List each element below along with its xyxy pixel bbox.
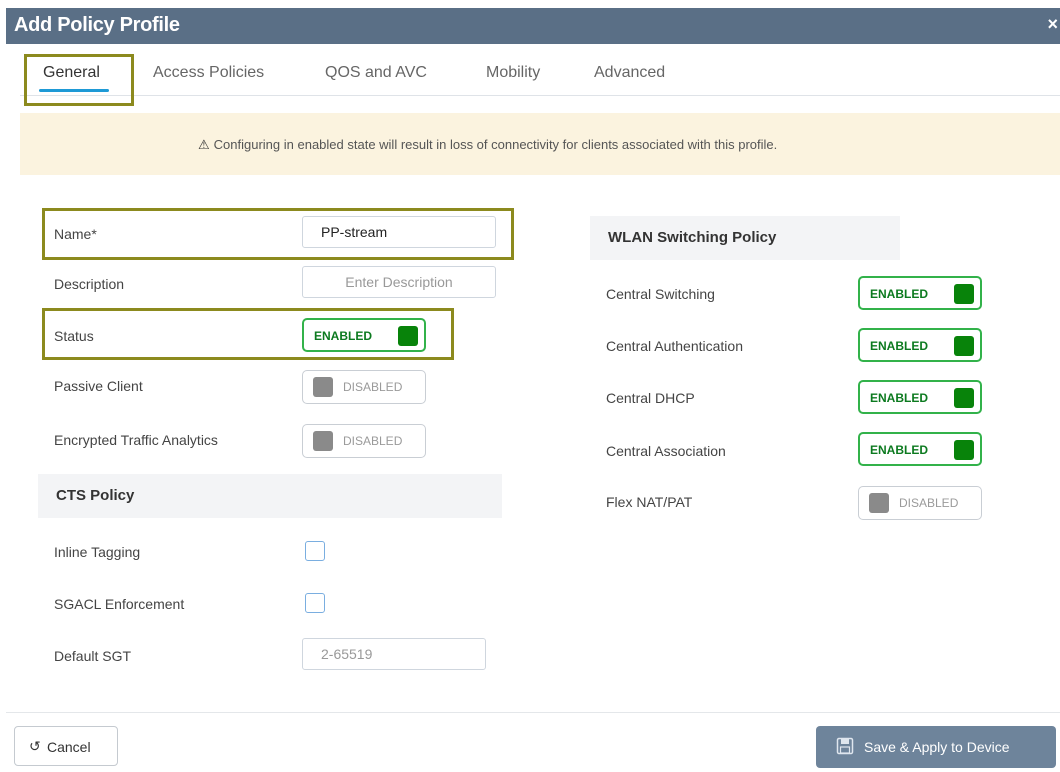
inline-tagging-checkbox[interactable] bbox=[305, 541, 325, 561]
save-icon bbox=[836, 737, 854, 758]
sgacl-enforcement-checkbox[interactable] bbox=[305, 593, 325, 613]
description-label: Description bbox=[54, 276, 125, 292]
central-authentication-toggle[interactable]: ENABLED bbox=[858, 328, 982, 362]
highlight-name-row bbox=[42, 208, 514, 260]
central-switching-toggle-text: ENABLED bbox=[870, 287, 929, 301]
eta-toggle-text: DISABLED bbox=[343, 434, 403, 448]
close-icon[interactable]: × bbox=[1047, 14, 1058, 35]
flex-nat-pat-toggle-knob bbox=[869, 493, 889, 513]
cancel-button-label: Cancel bbox=[47, 739, 91, 755]
flex-nat-pat-toggle[interactable]: DISABLED bbox=[858, 486, 982, 520]
passive-client-toggle-knob bbox=[313, 377, 333, 397]
central-switching-toggle[interactable]: ENABLED bbox=[858, 276, 982, 310]
default-sgt-input[interactable] bbox=[302, 638, 486, 670]
wlan-switching-policy-title: WLAN Switching Policy bbox=[608, 229, 777, 246]
tab-mobility[interactable]: Mobility bbox=[486, 64, 540, 82]
eta-toggle[interactable]: DISABLED bbox=[302, 424, 426, 458]
eta-toggle-knob bbox=[313, 431, 333, 451]
tab-access-policies[interactable]: Access Policies bbox=[153, 64, 264, 82]
passive-client-toggle[interactable]: DISABLED bbox=[302, 370, 426, 404]
eta-label: Encrypted Traffic Analytics bbox=[54, 432, 218, 448]
save-button-label: Save & Apply to Device bbox=[864, 739, 1010, 755]
cancel-button[interactable]: ↺ Cancel bbox=[14, 726, 118, 766]
dialog-title: Add Policy Profile bbox=[14, 14, 180, 36]
central-authentication-label: Central Authentication bbox=[606, 338, 743, 354]
wlan-switching-policy-header: WLAN Switching Policy bbox=[590, 216, 900, 260]
central-dhcp-label: Central DHCP bbox=[606, 390, 695, 406]
undo-icon: ↺ bbox=[29, 738, 41, 754]
inline-tagging-label: Inline Tagging bbox=[54, 544, 141, 560]
tab-advanced[interactable]: Advanced bbox=[594, 64, 665, 82]
warning-icon: ⚠ bbox=[198, 137, 210, 152]
footer-divider bbox=[6, 712, 1060, 713]
central-dhcp-toggle[interactable]: ENABLED bbox=[858, 380, 982, 414]
passive-client-label: Passive Client bbox=[54, 378, 143, 394]
tab-bar: General Access Policies QOS and AVC Mobi… bbox=[20, 52, 1060, 96]
central-association-label: Central Association bbox=[606, 443, 726, 459]
cts-policy-title: CTS Policy bbox=[56, 487, 135, 504]
central-dhcp-toggle-knob bbox=[954, 388, 974, 408]
warning-banner: ⚠ Configuring in enabled state will resul… bbox=[20, 113, 1060, 175]
highlight-general-tab bbox=[24, 54, 134, 106]
highlight-status-row bbox=[42, 308, 454, 360]
flex-nat-pat-label: Flex NAT/PAT bbox=[606, 494, 693, 510]
tab-qos-and-avc[interactable]: QOS and AVC bbox=[325, 64, 427, 82]
flex-nat-pat-toggle-text: DISABLED bbox=[899, 496, 959, 510]
banner-message: Configuring in enabled state will result… bbox=[213, 137, 778, 152]
central-switching-toggle-knob bbox=[954, 284, 974, 304]
passive-client-toggle-text: DISABLED bbox=[343, 380, 403, 394]
cts-policy-header: CTS Policy bbox=[38, 474, 502, 518]
central-association-toggle-text: ENABLED bbox=[870, 443, 929, 457]
central-authentication-toggle-knob bbox=[954, 336, 974, 356]
save-and-apply-button[interactable]: Save & Apply to Device bbox=[816, 726, 1056, 768]
dialog-titlebar: Add Policy Profile × bbox=[6, 8, 1060, 44]
central-association-toggle[interactable]: ENABLED bbox=[858, 432, 982, 466]
default-sgt-label: Default SGT bbox=[54, 648, 132, 664]
description-input[interactable] bbox=[302, 266, 496, 298]
central-authentication-toggle-text: ENABLED bbox=[870, 339, 929, 353]
central-dhcp-toggle-text: ENABLED bbox=[870, 391, 929, 405]
sgacl-enforcement-label: SGACL Enforcement bbox=[54, 596, 185, 612]
central-switching-label: Central Switching bbox=[606, 286, 715, 302]
central-association-toggle-knob bbox=[954, 440, 974, 460]
